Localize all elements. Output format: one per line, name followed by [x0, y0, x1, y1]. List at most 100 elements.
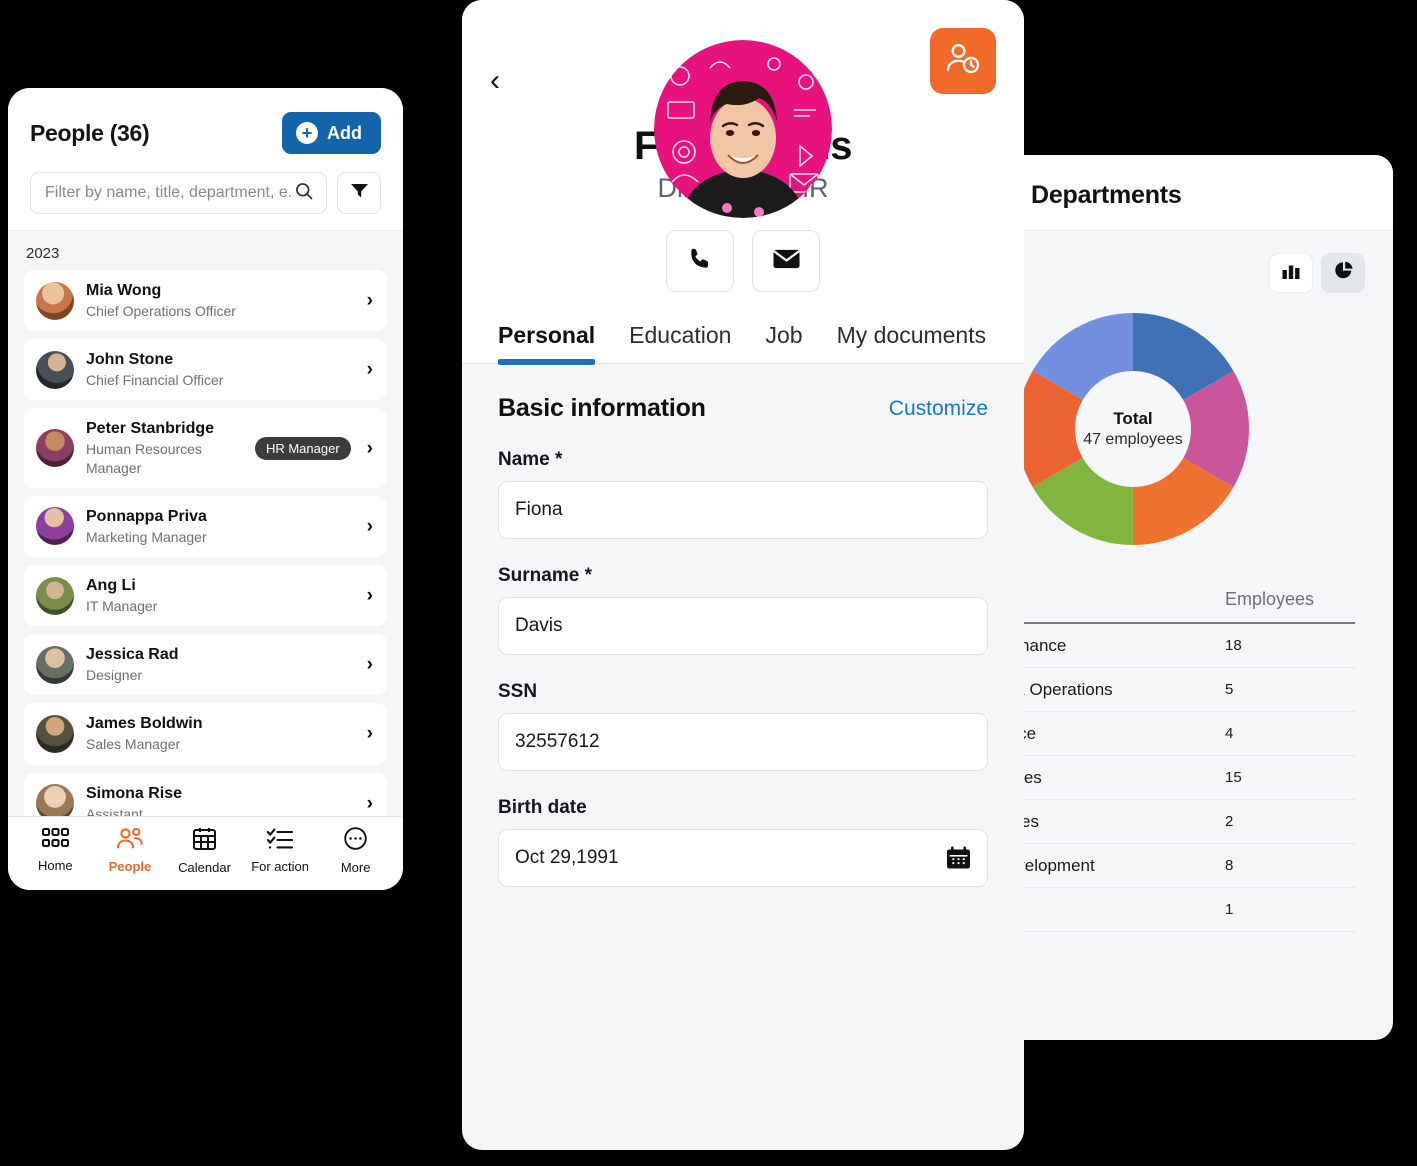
- nav-item-more[interactable]: More: [328, 826, 384, 875]
- pie-chart-toggle-button[interactable]: [1321, 253, 1365, 293]
- people-panel-header: People (36) + Add: [8, 88, 403, 230]
- list-item[interactable]: John Stone Chief Financial Officer ›: [24, 339, 387, 401]
- nav-item-people[interactable]: People: [102, 827, 158, 874]
- birth-date-field-wrapper[interactable]: [498, 829, 988, 887]
- person-role: Sales Manager: [86, 736, 181, 753]
- add-person-button[interactable]: + Add: [282, 112, 381, 154]
- chevron-right-icon: ›: [366, 359, 373, 381]
- call-button[interactable]: [666, 230, 734, 292]
- people-title-row: People (36) + Add: [30, 112, 381, 154]
- avatar: [36, 784, 74, 816]
- cell-employees: 4: [1225, 725, 1234, 742]
- ssn-input[interactable]: [515, 731, 971, 753]
- person-role: Designer: [86, 667, 143, 684]
- departments-title: Departments: [1031, 181, 1182, 209]
- page-title: People (36): [30, 119, 150, 146]
- avatar: [36, 507, 74, 546]
- nav-label: More: [340, 859, 371, 875]
- name-field-wrapper[interactable]: [498, 481, 988, 539]
- bar-chart-toggle-button[interactable]: [1269, 253, 1313, 293]
- search-input[interactable]: [45, 184, 294, 202]
- chevron-right-icon: ›: [366, 654, 373, 676]
- calendar-icon[interactable]: [946, 846, 971, 870]
- field-surname: Surname *: [498, 565, 988, 655]
- list-item[interactable]: Ponnappa Priva Marketing Manager ›: [24, 495, 387, 557]
- list-item-meta: Jessica Rad Designer: [86, 645, 355, 684]
- field-name: Name *: [498, 449, 988, 539]
- person-name: Peter Stanbridge: [86, 420, 215, 438]
- time-tracking-button[interactable]: [930, 28, 996, 94]
- list-item-meta: John Stone Chief Financial Officer: [86, 350, 355, 389]
- people-icon: [116, 827, 144, 854]
- surname-field-wrapper[interactable]: [498, 597, 988, 655]
- cell-employees: 8: [1225, 857, 1234, 874]
- person-role: Human Resources Manager: [86, 441, 202, 476]
- field-label: Birth date: [498, 797, 587, 818]
- list-item[interactable]: Mia Wong Chief Operations Officer ›: [24, 270, 387, 332]
- cell-employees: 18: [1225, 637, 1242, 654]
- person-clock-icon: [946, 43, 980, 80]
- nav-item-home[interactable]: Home: [27, 827, 83, 873]
- ellipsis-icon: [344, 826, 367, 855]
- mail-icon: [772, 248, 800, 275]
- list-item-meta: Simona Rise Assistant: [86, 784, 355, 817]
- search-input-wrapper[interactable]: [30, 172, 327, 214]
- tab-education[interactable]: Education: [629, 322, 731, 363]
- profile-tabs: Personal Education Job My documents: [462, 322, 1024, 365]
- avatar: [36, 429, 74, 468]
- chevron-right-icon: ›: [366, 792, 373, 814]
- list-item[interactable]: James Boldwin Sales Manager ›: [24, 703, 387, 765]
- chevron-right-icon: ›: [366, 723, 373, 745]
- customize-link[interactable]: Customize: [889, 397, 988, 421]
- tab-job[interactable]: Job: [765, 322, 802, 363]
- employee-profile-card: ‹ Personal Education Job My documents Ba…: [462, 0, 1024, 1150]
- status-badge: HR Manager: [254, 436, 351, 460]
- person-name: Ang Li: [86, 576, 136, 594]
- avatar: [36, 714, 74, 753]
- nav-label: Calendar: [178, 859, 231, 875]
- list-item[interactable]: Jessica Rad Designer ›: [24, 634, 387, 696]
- chevron-right-icon: ›: [366, 515, 373, 537]
- list-item[interactable]: Peter Stanbridge Human Resources Manager…: [24, 408, 387, 488]
- nav-label: People: [108, 858, 152, 874]
- cell-employees: 15: [1225, 769, 1242, 786]
- pie-chart-icon: [1334, 261, 1353, 285]
- ssn-field-wrapper[interactable]: [498, 713, 988, 771]
- birth-date-input[interactable]: [515, 847, 946, 869]
- back-button[interactable]: ‹: [490, 28, 530, 96]
- table-header-employees: Employees: [1225, 589, 1315, 609]
- people-list: 2023 Mia Wong Chief Operations Officer ›…: [8, 230, 403, 816]
- tab-personal[interactable]: Personal: [498, 322, 596, 365]
- person-name: James Boldwin: [86, 715, 203, 733]
- email-button[interactable]: [752, 230, 820, 292]
- nav-label: For action: [251, 858, 309, 874]
- bar-chart-icon: [1282, 262, 1300, 284]
- avatar-image: [654, 40, 832, 218]
- nav-item-calendar[interactable]: Calendar: [177, 827, 233, 875]
- tab-my-documents[interactable]: My documents: [837, 322, 987, 363]
- person-name: Simona Rise: [86, 784, 183, 802]
- person-name: Ponnappa Priva: [86, 507, 207, 525]
- filter-button[interactable]: [337, 172, 381, 214]
- nav-item-for-action[interactable]: For action: [251, 828, 309, 874]
- list-item-meta: Ang Li IT Manager: [86, 576, 355, 615]
- field-label: Surname *: [498, 565, 592, 586]
- people-search-row: [30, 172, 381, 214]
- list-item[interactable]: Simona Rise Assistant ›: [24, 772, 387, 817]
- field-ssn: SSN: [498, 681, 988, 771]
- phone-icon: [687, 246, 713, 277]
- avatar: [36, 645, 74, 684]
- grid-icon: [41, 827, 69, 853]
- avatar: [36, 576, 74, 615]
- person-role: Assistant: [86, 805, 143, 817]
- profile-header: ‹ Personal Education Job My documents: [462, 0, 1024, 365]
- bottom-navigation: Home People Calendar For action More: [8, 816, 403, 890]
- chevron-right-icon: ›: [366, 437, 373, 459]
- section-title: Basic information: [498, 394, 706, 422]
- person-role: Chief Financial Officer: [86, 372, 224, 389]
- name-input[interactable]: [515, 499, 971, 521]
- list-item[interactable]: Ang Li IT Manager ›: [24, 564, 387, 627]
- basic-information-row: Basic information Customize: [498, 394, 988, 423]
- funnel-icon: [350, 183, 368, 203]
- surname-input[interactable]: [515, 615, 971, 637]
